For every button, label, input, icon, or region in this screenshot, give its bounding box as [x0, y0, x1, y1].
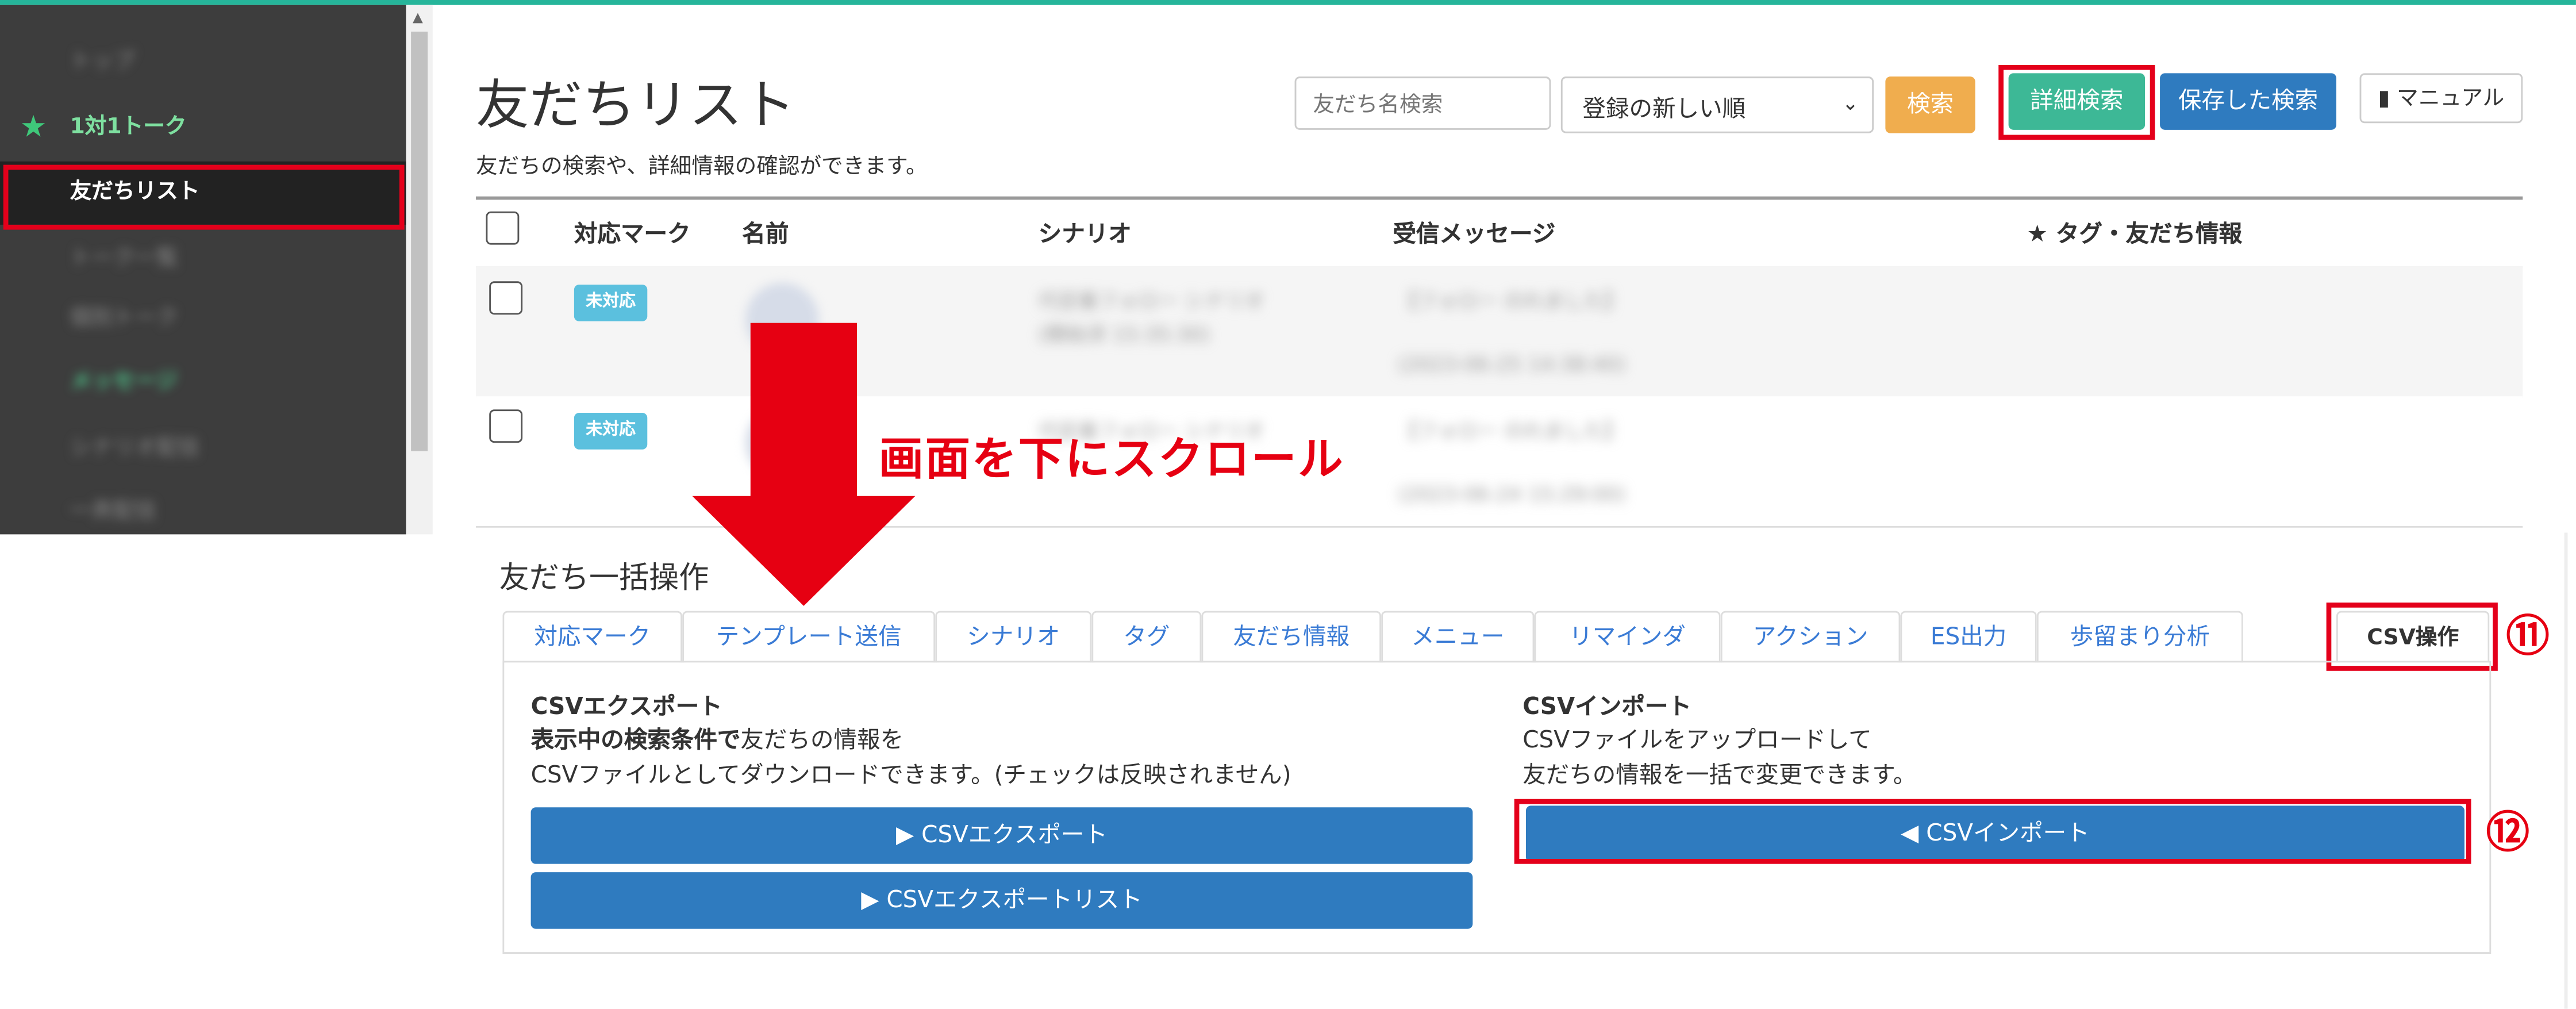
top-accent-line	[0, 0, 2576, 5]
tab-reminder[interactable]: リマインダ	[1534, 611, 1721, 663]
right-border	[2564, 532, 2568, 1009]
saved-search-button[interactable]: 保存した検索	[2160, 73, 2337, 130]
scroll-up-arrow-icon[interactable]: ▲	[413, 10, 423, 25]
manual-button[interactable]: ▮ マニュアル	[2359, 73, 2523, 124]
search-button[interactable]: 検索	[1885, 76, 1975, 133]
row-checkbox[interactable]	[489, 281, 523, 315]
row-scenario-sub: (開始済 15:35:30)	[1038, 323, 1210, 347]
highlight-csv-import	[1514, 799, 2471, 864]
header-mark: 対応マーク	[574, 221, 691, 248]
header-name: 名前	[742, 221, 789, 248]
export-title: CSVエクスポート	[530, 694, 722, 721]
row-scenario: 代定着フォロー シナリオ	[1038, 289, 1264, 313]
sidebar: トップ ★ 1対1トーク 友だちリスト トーク一覧 個別トーク メッセージ シナ…	[0, 5, 406, 535]
import-desc-line2: 友だちの情報を一括で変更できます。	[1522, 762, 1917, 789]
header-tags-info: ★ タグ・友だち情報	[2027, 221, 2243, 248]
scroll-down-arrow-icon	[750, 323, 858, 503]
select-all-checkbox[interactable]	[486, 211, 520, 245]
tab-template-send[interactable]: テンプレート送信	[682, 611, 936, 663]
import-title: CSVインポート	[1522, 694, 1691, 721]
manual-label: マニュアル	[2397, 86, 2505, 112]
csv-export-list-label: CSVエクスポートリスト	[886, 887, 1143, 914]
tab-mark[interactable]: 対応マーク	[502, 611, 683, 663]
import-desc-line1: CSVファイルをアップロードして	[1522, 727, 1872, 754]
sort-order-value: 登録の新しい順	[1582, 96, 1746, 124]
header-scenario: シナリオ	[1038, 221, 1132, 248]
row-message: 【フォロー のれました】	[1398, 289, 1624, 313]
page-subtitle: 友だちの検索や、詳細情報の確認ができます。	[476, 155, 928, 180]
row-message-time: (2023-06-24 15:29:00)	[1398, 482, 1626, 507]
star-icon: ★	[20, 110, 47, 145]
export-desc-rest: 友だちの情報を	[740, 727, 904, 754]
sidebar-item-scenario[interactable]: シナリオ配信	[0, 418, 406, 481]
annotation-number-12: ⑫	[2486, 809, 2529, 859]
sidebar-scrollbar[interactable]: ▲	[406, 5, 433, 535]
scrollbar-thumb[interactable]	[411, 32, 428, 451]
highlight-detail-search	[1998, 64, 2155, 140]
sort-order-select[interactable]: 登録の新しい順 ⌄	[1560, 76, 1874, 133]
tab-friend-info[interactable]: 友だち情報	[1201, 611, 1382, 663]
tab-yield-analysis[interactable]: 歩留まり分析	[2036, 611, 2243, 663]
scroll-down-arrow-head	[692, 496, 916, 606]
tab-tag[interactable]: タグ	[1091, 611, 1202, 663]
status-badge[interactable]: 未対応	[574, 285, 648, 321]
export-desc-bold: 表示中の検索条件で	[530, 727, 741, 754]
tab-es-output[interactable]: ES出力	[1900, 611, 2037, 663]
status-badge[interactable]: 未対応	[574, 413, 648, 450]
bulk-operations-title: 友だち一括操作	[499, 561, 709, 596]
tab-action[interactable]: アクション	[1720, 611, 1901, 663]
page-title: 友だちリスト	[476, 73, 795, 137]
row-checkbox[interactable]	[489, 409, 523, 443]
book-icon: ▮	[2378, 86, 2390, 112]
tab-scenario[interactable]: シナリオ	[935, 611, 1092, 663]
sidebar-item-broadcast[interactable]: 一斉配信	[0, 481, 406, 535]
tab-menu[interactable]: メニュー	[1381, 611, 1535, 663]
csv-export-list-button[interactable]: ▶ CSVエクスポートリスト	[530, 872, 1473, 929]
row-message: 【フォロー のれました】	[1398, 419, 1624, 443]
csv-export-label: CSVエクスポート	[921, 822, 1108, 849]
scroll-instruction: 画面を下にスクロール	[878, 434, 1345, 486]
sidebar-item-message[interactable]: メッセージ	[0, 351, 406, 415]
sidebar-item-individual-talk[interactable]: 個別トーク	[0, 288, 406, 351]
friend-name-search-input[interactable]	[1294, 76, 1551, 130]
sidebar-item-label: 1対1トーク	[70, 114, 187, 140]
screenshot-stage: トップ ★ 1対1トーク 友だちリスト トーク一覧 個別トーク メッセージ シナ…	[0, 0, 2576, 1009]
highlight-friends-list	[3, 164, 405, 230]
chevron-down-icon: ⌄	[1841, 91, 1859, 115]
sidebar-item-1on1-talk[interactable]: ★ 1対1トーク	[0, 97, 406, 160]
csv-export-button[interactable]: ▶ CSVエクスポート	[530, 807, 1473, 864]
sidebar-item-talk-list[interactable]: トーク一覧	[0, 228, 406, 291]
header-received-message: 受信メッセージ	[1393, 221, 1556, 248]
row-message-time: (2023-06-25 14:38:40)	[1398, 352, 1626, 377]
sidebar-item-top[interactable]: トップ	[0, 32, 406, 95]
export-desc-line2: CSVファイルとしてダウンロードできます。(チェックは反映されません)	[530, 762, 1291, 789]
annotation-number-11: ⑪	[2506, 612, 2550, 663]
export-desc-line1: 表示中の検索条件で友だちの情報を	[531, 723, 904, 756]
file-export-icon: ▶	[896, 822, 914, 849]
file-export-icon: ▶	[861, 887, 879, 914]
